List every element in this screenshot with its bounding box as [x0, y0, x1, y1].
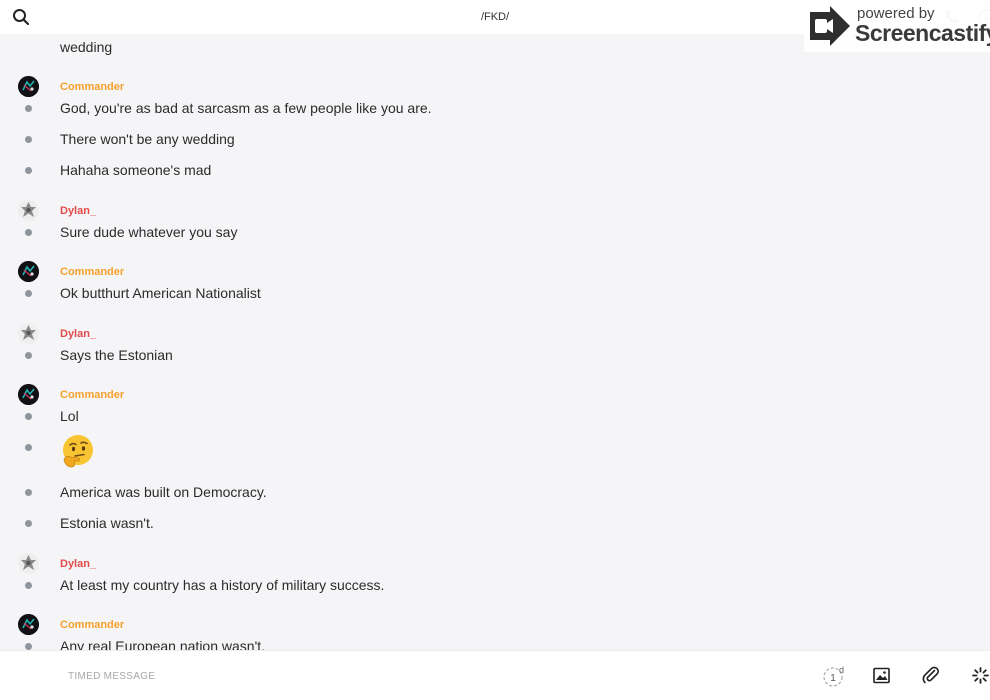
avatar[interactable]	[18, 614, 39, 635]
avatar[interactable]	[18, 323, 39, 344]
message-bullet	[25, 167, 32, 174]
composer-bar: TIMED MESSAGE 1 d	[0, 650, 990, 700]
spinner-icon[interactable]	[972, 667, 989, 684]
sender-name[interactable]: Dylan_	[60, 328, 96, 340]
thinking-face-emoji	[63, 435, 93, 468]
message-bullet	[25, 444, 32, 451]
message-text: Sure dude whatever you say	[60, 224, 238, 240]
message-bullet	[25, 352, 32, 359]
message-bullet	[25, 105, 32, 112]
message-bullet	[25, 413, 32, 420]
message-bullet	[25, 489, 32, 496]
message-text: God, you're as bad at sarcasm as a few p…	[60, 100, 432, 116]
sender-name[interactable]: Commander	[60, 266, 124, 278]
message-text: Lol	[60, 408, 79, 424]
sender-name[interactable]: Dylan_	[60, 205, 96, 217]
sender-name[interactable]: Commander	[60, 389, 124, 401]
message-bullet	[25, 520, 32, 527]
message-text: wedding	[60, 39, 113, 55]
image-icon[interactable]	[873, 667, 890, 684]
paperclip-icon[interactable]	[922, 666, 940, 684]
timer-value: 1	[830, 673, 836, 684]
sender-name[interactable]: Commander	[60, 81, 124, 93]
message-text: Says the Estonian	[60, 347, 173, 363]
sender-name[interactable]: Dylan_	[60, 558, 96, 570]
avatar[interactable]	[18, 261, 39, 282]
message-bullet	[25, 582, 32, 589]
message-text: America was built on Democracy.	[60, 484, 267, 500]
message-bullet	[25, 136, 32, 143]
avatar[interactable]	[18, 384, 39, 405]
avatar[interactable]	[18, 553, 39, 574]
message-text: Ok butthurt American Nationalist	[60, 285, 261, 301]
message-bullet	[25, 290, 32, 297]
message-bullet	[25, 229, 32, 236]
message-text: Hahaha someone's mad	[60, 162, 212, 178]
message-bullet	[25, 643, 32, 650]
message-text: At least my country has a history of mil…	[60, 577, 385, 593]
message-text: Any real European nation wasn't.	[60, 638, 266, 650]
message-text: There won't be any wedding	[60, 131, 235, 147]
sender-name[interactable]: Commander	[60, 619, 124, 631]
avatar[interactable]	[18, 76, 39, 97]
message-list[interactable]: wedding Commander God, you're as bad at …	[0, 34, 990, 650]
avatar[interactable]	[18, 200, 39, 221]
message-text: Estonia wasn't.	[60, 515, 154, 531]
timer-unit: d	[839, 665, 845, 675]
message-input[interactable]: TIMED MESSAGE	[68, 671, 155, 682]
